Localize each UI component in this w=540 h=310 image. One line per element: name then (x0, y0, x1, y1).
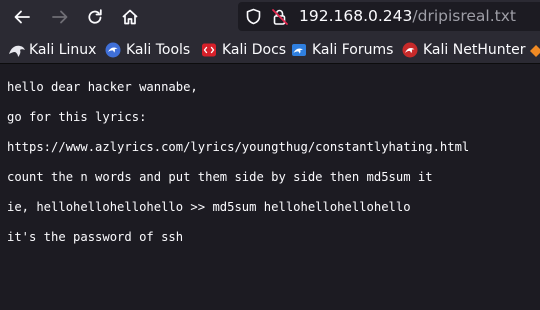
kali-forums-icon (291, 42, 307, 58)
shield-icon[interactable] (245, 8, 262, 29)
reload-icon (86, 8, 104, 26)
nethunter-icon (402, 42, 418, 58)
document-line: https://www.azlyrics.com/lyrics/youngthu… (7, 140, 470, 154)
browser-chrome: 192.168.0.243/dripisreal.txt Kali Linux … (0, 0, 540, 64)
document-line: it's the password of ssh (7, 230, 184, 244)
bookmark-label: Kali Linux (29, 42, 97, 58)
kali-docs-icon (201, 42, 217, 58)
text-document: hello dear hacker wannabe, go for this l… (0, 64, 540, 310)
document-line: count the n words and put them side by s… (7, 170, 433, 184)
forward-button[interactable] (48, 5, 72, 29)
kali-tools-icon (105, 42, 121, 58)
document-line: go for this lyrics: (7, 110, 147, 124)
url-path: /dripisreal.txt (412, 7, 516, 25)
kali-dragon-icon (8, 42, 25, 58)
bookmark-label: Kali NetHunter (423, 42, 526, 58)
bookmark-label: Kali Forums (312, 42, 394, 58)
bookmark-label: Kali Tools (126, 42, 191, 58)
back-button[interactable] (10, 5, 34, 29)
orange-bookmark-icon (528, 42, 540, 58)
bookmarks-toolbar: Kali Linux Kali Tools Kali Docs Kali For… (0, 36, 540, 64)
forward-arrow-icon (51, 8, 69, 26)
bookmark-kali-forums[interactable]: Kali Forums (291, 40, 393, 60)
bookmark-kali-nethunter[interactable]: Kali NetHunter (402, 40, 525, 60)
bookmark-kali-docs[interactable]: Kali Docs (201, 40, 286, 60)
bookmark-label: Kali Docs (222, 42, 287, 58)
insecure-lock-icon[interactable] (271, 8, 289, 30)
address-bar[interactable]: 192.168.0.243/dripisreal.txt (238, 2, 540, 31)
home-icon (121, 8, 139, 26)
navigation-toolbar: 192.168.0.243/dripisreal.txt (0, 0, 540, 34)
bookmark-kali-tools[interactable]: Kali Tools (105, 40, 190, 60)
bookmark-overflow[interactable] (528, 40, 540, 60)
home-button[interactable] (118, 5, 142, 29)
bookmark-kali-linux[interactable]: Kali Linux (8, 40, 96, 60)
url-text[interactable]: 192.168.0.243/dripisreal.txt (299, 7, 516, 25)
reload-button[interactable] (83, 5, 107, 29)
back-arrow-icon (13, 8, 31, 26)
document-line: ie, hellohellohellohello >> md5sum hello… (7, 200, 411, 214)
document-line: hello dear hacker wannabe, (7, 80, 198, 94)
url-host: 192.168.0.243 (299, 7, 413, 25)
